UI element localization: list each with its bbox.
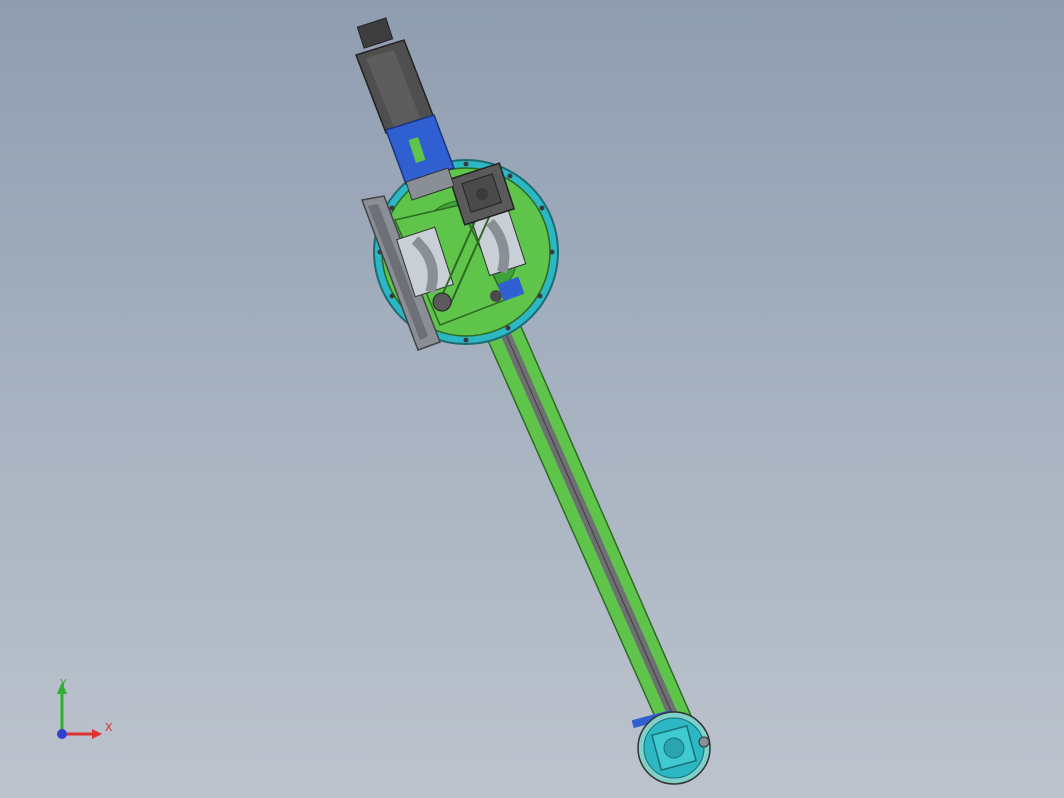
robot-arm-model[interactable] [0,0,1064,798]
gearbox[interactable] [385,114,455,201]
z-axis-dot [57,729,67,739]
x-axis-label: X [105,721,113,734]
y-axis-label: Y [60,677,67,690]
end-joint[interactable] [631,709,711,785]
motor[interactable] [355,17,435,134]
coordinate-triad: X Y [44,672,124,752]
arm-link[interactable] [468,289,694,729]
cad-viewport[interactable]: X Y [0,0,1064,798]
triad-axes [57,682,102,739]
